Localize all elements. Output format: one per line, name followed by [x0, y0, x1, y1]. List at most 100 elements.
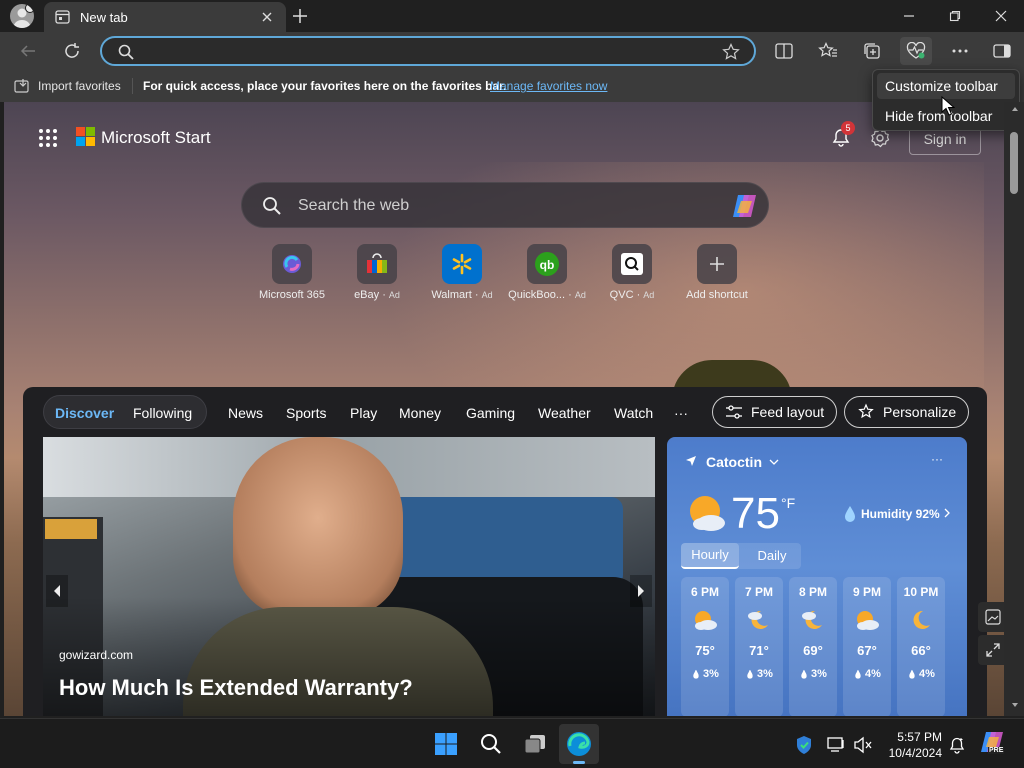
scroll-thumb[interactable]: [1010, 132, 1018, 194]
chevron-down-icon[interactable]: [769, 459, 779, 465]
shortcut-quickbooks[interactable]: qb QuickBoo... · Ad: [505, 244, 589, 301]
windows-start-icon[interactable]: [426, 724, 466, 764]
feed-layout-label: Feed layout: [751, 404, 825, 420]
defender-shield-icon[interactable]: [795, 735, 813, 755]
hourly-forecast-column[interactable]: 6 PM 75° 💧 3%: [681, 577, 729, 716]
edge-taskbar-icon[interactable]: [559, 724, 599, 764]
manage-favorites-link[interactable]: Manage favorites now: [490, 79, 607, 93]
walmart-spark-icon: [442, 244, 482, 284]
ad-badge: Ad: [481, 290, 493, 300]
vertical-scrollbar[interactable]: [1004, 102, 1024, 716]
clock-time[interactable]: 5:57 PM: [894, 730, 942, 744]
hourly-forecast-column[interactable]: 10 PM 66° 💧 4%: [897, 577, 945, 716]
more-tabs-button[interactable]: ···: [674, 405, 688, 421]
tab-sports[interactable]: Sports: [286, 405, 326, 421]
address-input[interactable]: [142, 41, 702, 61]
hourly-forecast-column[interactable]: 8 PM 69° 💧 3%: [789, 577, 837, 716]
favorite-star-icon[interactable]: [722, 43, 740, 61]
tab-weather[interactable]: Weather: [538, 405, 591, 421]
forecast-time: 8 PM: [798, 585, 827, 599]
weather-more-button[interactable]: ···: [931, 452, 943, 466]
plus-icon: [697, 244, 737, 284]
taskbar-search-icon[interactable]: [471, 724, 511, 764]
feed-layout-button[interactable]: Feed layout: [712, 396, 838, 428]
close-window-button[interactable]: [978, 0, 1024, 32]
copilot-taskbar-icon[interactable]: PRE: [980, 731, 1006, 757]
shortcut-ebay[interactable]: eBay · Ad: [335, 244, 419, 301]
close-tab-icon[interactable]: [261, 11, 273, 23]
tab-title: New tab: [80, 10, 128, 25]
personalize-button[interactable]: Personalize: [844, 396, 970, 428]
hourly-forecast-column[interactable]: 9 PM 67° 💧 4%: [843, 577, 891, 716]
tab-new-tab[interactable]: New tab: [44, 2, 286, 32]
tab-daily[interactable]: Daily: [743, 543, 801, 569]
shortcut-walmart[interactable]: Walmart · Ad: [420, 244, 504, 301]
sidebar-toggle-button[interactable]: [988, 37, 1016, 65]
refresh-button[interactable]: [58, 37, 86, 65]
article-card[interactable]: gowizard.com How Much Is Extended Warran…: [43, 437, 655, 716]
scroll-down-icon[interactable]: [1011, 702, 1019, 708]
partly-cloudy-icon: [854, 609, 880, 631]
partly-cloudy-icon: [692, 609, 718, 631]
web-search-box[interactable]: Search the web: [241, 182, 769, 228]
copilot-icon[interactable]: [730, 193, 760, 219]
background-image-button[interactable]: [978, 602, 1004, 632]
clock-date[interactable]: 10/4/2024: [882, 746, 942, 760]
new-tab-button[interactable]: [288, 4, 312, 28]
tab-discover[interactable]: Discover: [55, 405, 114, 421]
network-icon[interactable]: [826, 736, 846, 754]
article-source: gowizard.com: [59, 648, 134, 662]
carousel-next-icon[interactable]: [630, 575, 652, 607]
settings-gear-icon[interactable]: [870, 128, 890, 148]
carousel-prev-icon[interactable]: [46, 575, 68, 607]
brand-title[interactable]: Microsoft Start: [101, 128, 211, 148]
humidity-value[interactable]: Humidity 92%: [861, 507, 940, 521]
expand-feed-button[interactable]: [978, 635, 1004, 665]
profile-avatar[interactable]: [10, 4, 34, 28]
forecast-precip-value: 3%: [703, 668, 719, 680]
hourly-forecast-column[interactable]: 7 PM 71° 💧 3%: [735, 577, 783, 716]
minimize-button[interactable]: [886, 0, 932, 32]
task-view-icon[interactable]: [515, 724, 555, 764]
notification-bell-icon[interactable]: [948, 736, 966, 754]
tab-following[interactable]: Following: [133, 405, 192, 421]
tab-page-icon: [55, 10, 70, 24]
collections-button[interactable]: [858, 37, 886, 65]
split-screen-button[interactable]: [770, 37, 798, 65]
add-shortcut-button[interactable]: Add shortcut: [675, 244, 759, 301]
tab-gaming[interactable]: Gaming: [466, 405, 515, 421]
scroll-up-icon[interactable]: [1011, 106, 1019, 112]
tab-watch[interactable]: Watch: [614, 405, 653, 421]
tab-news[interactable]: News: [228, 405, 263, 421]
browser-essentials-button[interactable]: [900, 37, 932, 65]
import-favorites-link[interactable]: Import favorites: [38, 79, 121, 93]
favorites-button[interactable]: [814, 37, 842, 65]
humidity-drop-icon: [843, 505, 857, 523]
restore-button[interactable]: [932, 0, 978, 32]
more-options-button[interactable]: [946, 37, 974, 65]
shortcut-qvc[interactable]: QVC · Ad: [590, 244, 674, 301]
feed-panel: Discover Following News Sports Play Mone…: [23, 387, 1004, 716]
quickbooks-icon: qb: [527, 244, 567, 284]
search-icon: [262, 196, 282, 216]
volume-muted-icon[interactable]: [853, 736, 873, 754]
raindrop-icon: 💧: [799, 670, 810, 679]
back-button[interactable]: [14, 37, 42, 65]
raindrop-icon: 💧: [691, 670, 702, 679]
forecast-temperature: 75°: [695, 643, 715, 658]
weather-card[interactable]: Catoctin ··· 75 °F Humidity 92% Hourly D…: [667, 437, 967, 716]
address-bar[interactable]: [100, 36, 756, 66]
forecast-time: 10 PM: [903, 585, 939, 599]
tab-play[interactable]: Play: [350, 405, 377, 421]
tab-money[interactable]: Money: [399, 405, 441, 421]
shortcut-microsoft-365[interactable]: Microsoft 365: [250, 244, 334, 301]
forecast-precip: 💧 3%: [789, 668, 837, 680]
star-sparkle-icon: [857, 403, 875, 421]
image-icon: [985, 609, 1001, 625]
apps-launcher-icon[interactable]: [38, 128, 58, 148]
forecast-temperature: 71°: [749, 643, 769, 658]
tab-hourly[interactable]: Hourly: [681, 543, 739, 569]
ad-badge: Ad: [643, 290, 655, 300]
article-title[interactable]: How Much Is Extended Warranty?: [59, 675, 413, 701]
weather-location[interactable]: Catoctin: [706, 454, 762, 470]
